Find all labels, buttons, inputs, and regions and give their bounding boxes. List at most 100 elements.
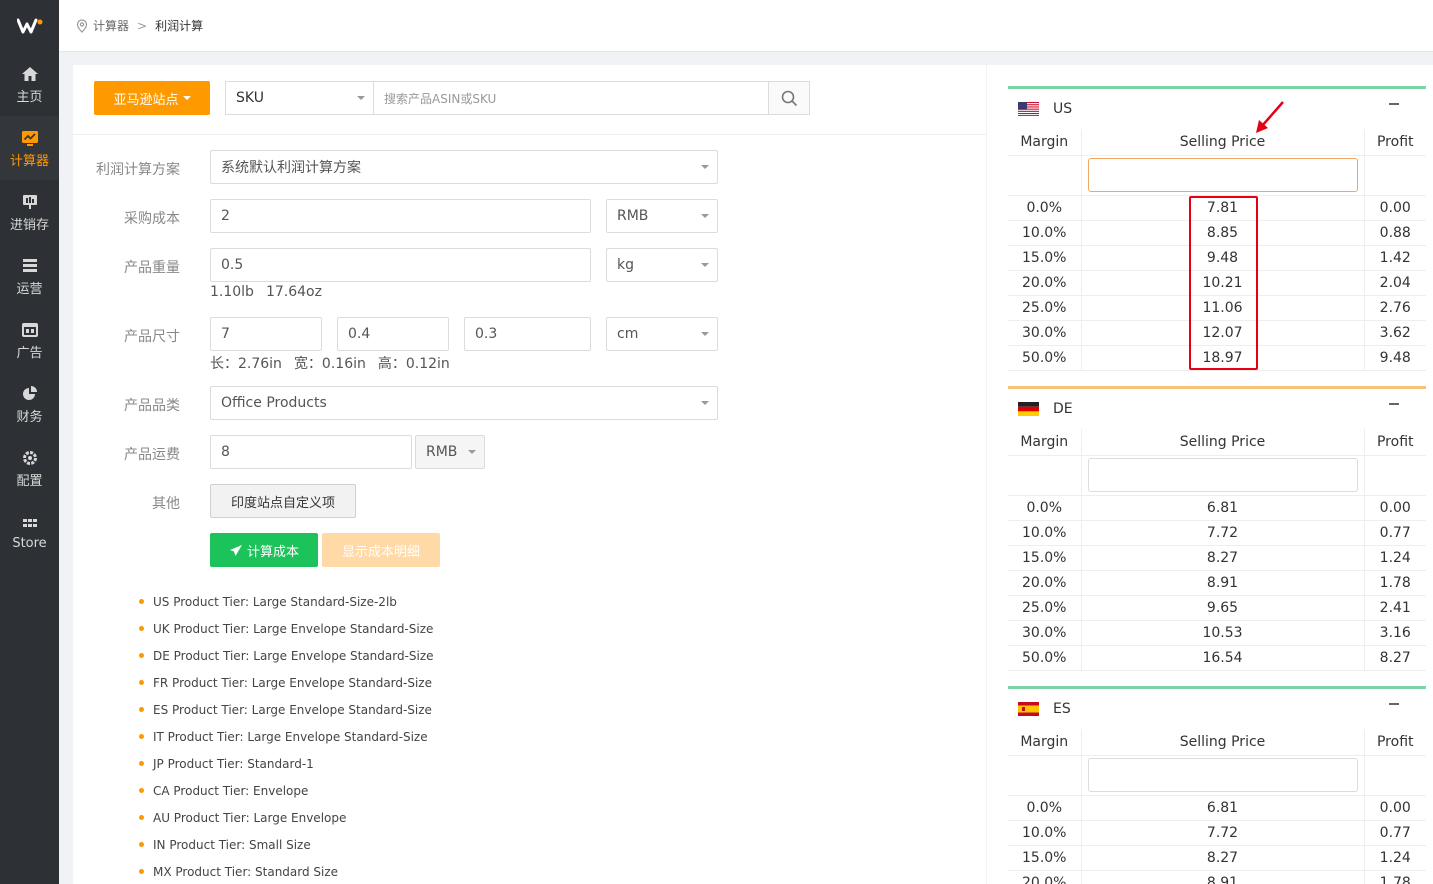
selling-price-header: Selling Price [1080, 729, 1365, 756]
selling-price-input[interactable] [1087, 458, 1358, 492]
sidebar-item-ads[interactable]: 广告 [0, 308, 59, 372]
margin-cell: 10.0% [1008, 820, 1081, 846]
cost-value: 2 [221, 208, 230, 224]
margin-cell: 10.0% [1008, 220, 1081, 246]
search-type-select[interactable]: SKU [225, 81, 374, 115]
breadcrumb-current: 利润计算 [155, 19, 204, 33]
margin-cell: 15.0% [1008, 245, 1081, 271]
shipping-label: 产品运费 [124, 447, 180, 463]
table-header-row: Margin Selling Price Profit [1008, 729, 1426, 756]
search-button[interactable] [768, 81, 810, 115]
margin-cell: 0.0% [1008, 495, 1081, 521]
selling-price-input[interactable] [1087, 758, 1358, 792]
calculator-form-panel: 亚马逊站点 SKU 搜索产品ASIN或SKU 利润计算方案 系统默认利润计算方案… [73, 65, 986, 884]
size-unit-select[interactable]: cm [606, 317, 718, 351]
send-icon [229, 544, 242, 556]
weight-input[interactable]: 0.5 [210, 248, 591, 282]
table-row: 50.0% 18.97 9.48 [1008, 345, 1426, 371]
price-input-row [1008, 155, 1426, 196]
collapse-icon[interactable] [1389, 703, 1399, 705]
list-item: AU Product Tier: Large Envelope [139, 804, 434, 831]
size-width-input[interactable]: 0.4 [337, 317, 449, 351]
breadcrumb-root[interactable]: 计算器 [93, 17, 129, 34]
table-row: 25.0% 9.65 2.41 [1008, 595, 1426, 621]
sidebar-item-inventory[interactable]: 进销存 [0, 180, 59, 244]
margin-header: Margin [1008, 129, 1081, 156]
scheme-select[interactable]: 系统默认利润计算方案 [210, 150, 718, 184]
brand-logo[interactable] [0, 0, 59, 52]
sidebar-item-home[interactable]: 主页 [0, 52, 59, 116]
size-height-value: 0.3 [475, 326, 498, 342]
scheme-value: 系统默认利润计算方案 [221, 160, 361, 176]
profit-cell: 0.00 [1364, 795, 1426, 821]
home-icon [21, 64, 39, 84]
profit-cell: 1.42 [1364, 245, 1426, 271]
shipping-input[interactable]: 8 [210, 435, 412, 469]
selling-price-input[interactable] [1087, 158, 1358, 192]
margin-header: Margin [1008, 729, 1081, 756]
list-item: UK Product Tier: Large Envelope Standard… [139, 615, 434, 642]
country-card-us: US Margin Selling Price Profit 0.0% 7.81 0.00 1… [1008, 86, 1426, 371]
sidebar-item-label: 主页 [16, 89, 43, 105]
category-select[interactable]: Office Products [210, 386, 718, 420]
selling-price-cell: 7.72 [1080, 520, 1365, 546]
selling-price-cell: 8.27 [1080, 545, 1365, 571]
table-row: 15.0% 9.48 1.42 [1008, 245, 1426, 271]
price-input-row [1008, 755, 1426, 796]
shipping-currency-select[interactable]: RMB [415, 435, 485, 469]
selling-price-header: Selling Price [1080, 129, 1365, 156]
selling-price-cell: 8.91 [1080, 870, 1365, 884]
flag-us-icon [1018, 102, 1039, 116]
selling-price-cell: 6.81 [1080, 495, 1365, 521]
selling-price-cell: 7.81 [1080, 195, 1365, 221]
collapse-icon[interactable] [1389, 103, 1399, 105]
sidebar-item-calculator[interactable]: 计算器 [0, 116, 59, 180]
profit-cell: 9.48 [1364, 345, 1426, 371]
amazon-site-dropdown-button[interactable]: 亚马逊站点 [94, 81, 210, 115]
profit-cell: 0.88 [1364, 220, 1426, 246]
size-length-input[interactable]: 7 [210, 317, 322, 351]
selling-price-cell: 16.54 [1080, 645, 1365, 671]
cost-currency-select[interactable]: RMB [606, 199, 718, 233]
weight-unit-select[interactable]: kg [606, 248, 718, 282]
india-custom-button[interactable]: 印度站点自定义项 [210, 484, 356, 518]
table-row: 0.0% 7.81 0.00 [1008, 195, 1426, 221]
sidebar-item-finance[interactable]: 财务 [0, 372, 59, 436]
size-width-value: 0.4 [348, 326, 371, 342]
operations-icon [21, 256, 39, 276]
size-length-value: 7 [221, 326, 230, 342]
selling-price-cell: 10.21 [1080, 270, 1365, 296]
margin-header: Margin [1008, 429, 1081, 456]
calculate-cost-button[interactable]: 计算成本 [210, 533, 318, 567]
table-row: 0.0% 6.81 0.00 [1008, 795, 1426, 821]
profit-cell: 3.16 [1364, 620, 1426, 646]
table-row: 25.0% 11.06 2.76 [1008, 295, 1426, 321]
weight-label: 产品重量 [124, 260, 180, 276]
sidebar-item-label: 财务 [16, 409, 43, 425]
sidebar-item-config[interactable]: 配置 [0, 436, 59, 500]
shipping-value: 8 [221, 444, 230, 460]
chevron-down-icon [182, 96, 191, 100]
profit-cell: 0.77 [1364, 820, 1426, 846]
margin-cell: 15.0% [1008, 845, 1081, 871]
size-height-input[interactable]: 0.3 [464, 317, 591, 351]
selling-price-cell: 8.85 [1080, 220, 1365, 246]
country-card-de: DE Margin Selling Price Profit 0.0% 6.81 0.00 1… [1008, 386, 1426, 671]
profit-cell: 3.62 [1364, 320, 1426, 346]
country-header: ES [1008, 689, 1426, 729]
search-input[interactable]: 搜索产品ASIN或SKU [373, 81, 769, 115]
selling-price-header: Selling Price [1080, 429, 1365, 456]
price-table: Margin Selling Price Profit 0.0% 6.81 0.00 10.… [1008, 729, 1426, 884]
sidebar-item-operations[interactable]: 运营 [0, 244, 59, 308]
country-header: DE [1008, 389, 1426, 429]
table-row: 50.0% 16.54 8.27 [1008, 645, 1426, 671]
weight-oz: 17.64oz [265, 284, 322, 300]
show-cost-detail-button[interactable]: 显示成本明细 [322, 533, 440, 567]
profit-cell: 2.76 [1364, 295, 1426, 321]
cost-input[interactable]: 2 [210, 199, 591, 233]
sidebar-item-store[interactable]: Store [0, 500, 59, 564]
collapse-icon[interactable] [1389, 403, 1399, 405]
price-input-cell [1080, 755, 1365, 796]
flag-de-icon [1018, 402, 1039, 416]
weight-lb: 1.10lb [210, 284, 254, 300]
